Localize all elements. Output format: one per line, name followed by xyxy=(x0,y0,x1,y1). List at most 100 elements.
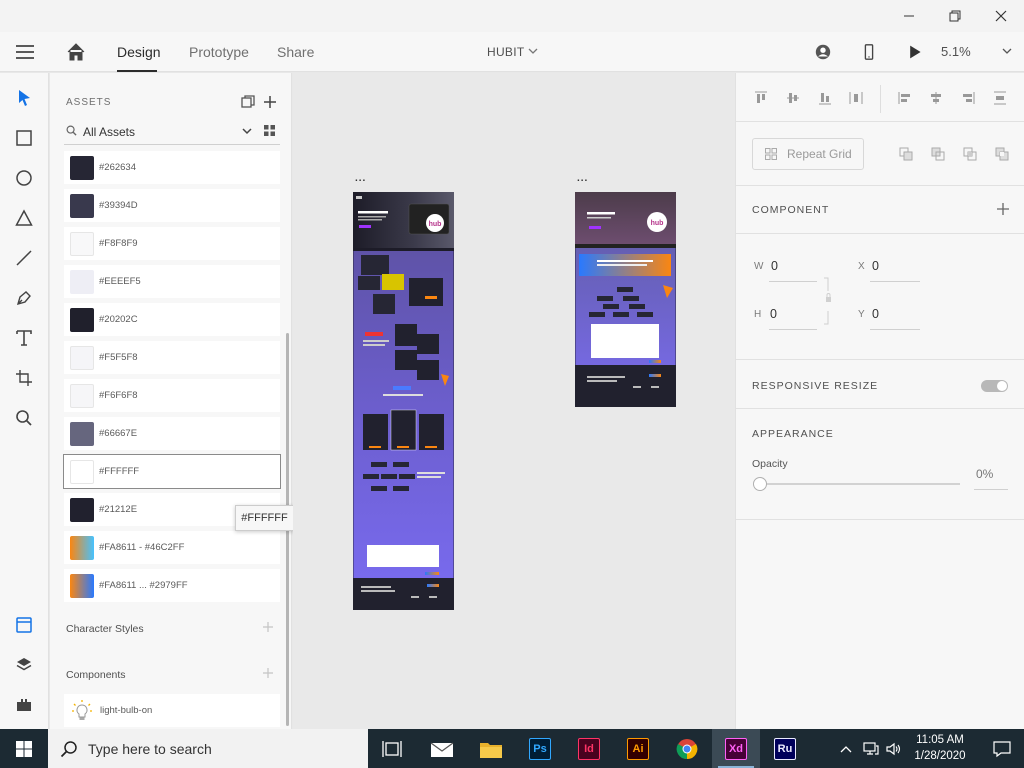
boolean-exclude-icon[interactable] xyxy=(995,147,1009,161)
boolean-add-icon[interactable] xyxy=(899,147,913,161)
add-component-icon[interactable] xyxy=(263,668,273,678)
taskbar-app-task-view[interactable] xyxy=(368,729,416,768)
user-account-icon[interactable] xyxy=(813,42,833,62)
align-right-icon[interactable] xyxy=(961,91,975,105)
taskbar-app-indesign[interactable]: Id xyxy=(565,729,613,768)
color-swatch xyxy=(70,573,94,598)
tab-design[interactable]: Design xyxy=(117,44,161,60)
windows-start-button[interactable] xyxy=(0,729,48,768)
y-label: Y xyxy=(858,309,865,320)
show-hidden-icons-icon[interactable] xyxy=(836,729,856,768)
height-field[interactable]: 0 xyxy=(770,307,777,321)
repeat-grid-label: Repeat Grid xyxy=(787,147,852,161)
color-swatch xyxy=(70,497,94,522)
artboard-label[interactable]: ... xyxy=(577,173,588,184)
artboard-desktop[interactable]: hub xyxy=(353,192,454,610)
artboard-label[interactable]: ... xyxy=(355,173,366,184)
network-icon[interactable] xyxy=(861,729,881,768)
align-top-icon[interactable] xyxy=(754,91,768,105)
divider xyxy=(736,121,1024,122)
grid-view-icon[interactable] xyxy=(264,125,275,136)
height-label: H xyxy=(754,309,762,320)
taskbar-app-photoshop[interactable]: Ps xyxy=(516,729,564,768)
color-asset-item[interactable]: #20202C xyxy=(64,303,280,336)
ellipse-tool-icon[interactable] xyxy=(14,168,34,188)
add-character-style-icon[interactable] xyxy=(263,622,273,632)
opacity-slider-track[interactable] xyxy=(764,483,960,485)
color-asset-item[interactable]: #FFFFFF xyxy=(63,454,281,489)
chevron-down-icon[interactable] xyxy=(242,126,252,136)
artboard-tool-icon[interactable] xyxy=(14,368,34,388)
color-asset-item[interactable]: #FA8611 - #46C2FF xyxy=(64,531,280,564)
distribute-vertical-icon[interactable] xyxy=(993,91,1007,105)
play-icon[interactable] xyxy=(905,42,925,62)
color-name: #FA8611 ... #2979FF xyxy=(99,580,188,591)
color-asset-item[interactable]: #F8F8F9 xyxy=(64,227,280,260)
library-icon[interactable] xyxy=(241,95,255,109)
color-asset-item[interactable]: #FA8611 ... #2979FF xyxy=(64,569,280,602)
color-asset-item[interactable]: #EEEEF5 xyxy=(64,265,280,298)
zoom-tool-icon[interactable] xyxy=(14,408,34,428)
taskbar-app-xd[interactable]: Xd xyxy=(712,729,760,768)
assets-filter[interactable]: All Assets xyxy=(64,121,280,145)
color-asset-item[interactable]: #39394D xyxy=(64,189,280,222)
width-field[interactable]: 0 xyxy=(771,259,778,273)
taskbar-app-mail[interactable] xyxy=(418,729,466,768)
boolean-subtract-icon[interactable] xyxy=(931,147,945,161)
y-field[interactable]: 0 xyxy=(872,307,879,321)
taskbar-app-file-explorer[interactable] xyxy=(467,729,515,768)
device-preview-icon[interactable] xyxy=(859,42,879,62)
text-tool-icon[interactable] xyxy=(14,328,34,348)
layers-panel-icon[interactable] xyxy=(14,655,34,675)
plugins-panel-icon[interactable] xyxy=(14,695,34,715)
align-middle-icon[interactable] xyxy=(786,91,800,105)
hamburger-menu-icon[interactable] xyxy=(16,44,34,60)
zoom-level[interactable]: 5.1% xyxy=(941,44,971,59)
rectangle-tool-icon[interactable] xyxy=(14,128,34,148)
taskbar-search[interactable]: Type here to search xyxy=(48,729,368,768)
illustrator-icon: Ai xyxy=(627,737,649,760)
opacity-slider-handle[interactable] xyxy=(753,477,767,491)
line-tool-icon[interactable] xyxy=(14,248,34,268)
svg-text:hub: hub xyxy=(429,221,442,228)
home-icon[interactable] xyxy=(66,42,86,62)
tab-share[interactable]: Share xyxy=(277,44,314,60)
chevron-down-icon[interactable] xyxy=(528,46,538,56)
add-component-icon[interactable] xyxy=(997,203,1009,215)
opacity-value[interactable]: 0% xyxy=(976,467,993,481)
align-left-icon[interactable] xyxy=(898,91,912,105)
chevron-down-icon[interactable] xyxy=(1002,46,1012,56)
responsive-resize-toggle[interactable] xyxy=(981,380,1008,392)
component-item[interactable]: light-bulb-on xyxy=(64,694,280,727)
align-bottom-icon[interactable] xyxy=(818,91,832,105)
boolean-intersect-icon[interactable] xyxy=(963,147,977,161)
close-button[interactable] xyxy=(978,0,1024,32)
color-asset-item[interactable]: #262634 xyxy=(64,151,280,184)
repeat-grid-button[interactable]: Repeat Grid xyxy=(752,138,864,170)
assets-panel-icon[interactable] xyxy=(14,615,34,635)
color-asset-item[interactable]: #66667E xyxy=(64,417,280,450)
distribute-horizontal-icon[interactable] xyxy=(849,91,863,105)
taskbar-clock[interactable]: 11:05 AM 1/28/2020 xyxy=(900,732,980,764)
assets-panel: ASSETS All Assets #262634 #39394D #F8F8F9 #… xyxy=(50,73,292,729)
design-canvas[interactable]: ... ... hub hub xyxy=(293,73,735,729)
color-asset-item[interactable]: #F5F5F8 xyxy=(64,341,280,374)
document-title[interactable]: HUBIT xyxy=(487,45,525,59)
align-center-icon[interactable] xyxy=(929,91,943,105)
pen-tool-icon[interactable] xyxy=(14,288,34,308)
x-field[interactable]: 0 xyxy=(872,259,879,273)
action-center-icon[interactable] xyxy=(980,729,1024,768)
taskbar-app-illustrator[interactable]: Ai xyxy=(614,729,662,768)
add-asset-icon[interactable] xyxy=(263,95,277,109)
select-tool-icon[interactable] xyxy=(14,88,34,108)
taskbar-app-rush[interactable]: Ru xyxy=(761,729,809,768)
polygon-tool-icon[interactable] xyxy=(14,208,34,228)
lock-aspect-icon[interactable] xyxy=(824,277,832,325)
restore-button[interactable] xyxy=(932,0,978,32)
artboard-mobile[interactable]: hub xyxy=(575,192,676,407)
components-label: Components xyxy=(66,669,126,681)
minimize-button[interactable] xyxy=(886,0,932,32)
taskbar-app-chrome[interactable] xyxy=(663,729,711,768)
color-asset-item[interactable]: #F6F6F8 xyxy=(64,379,280,412)
tab-prototype[interactable]: Prototype xyxy=(189,44,249,60)
